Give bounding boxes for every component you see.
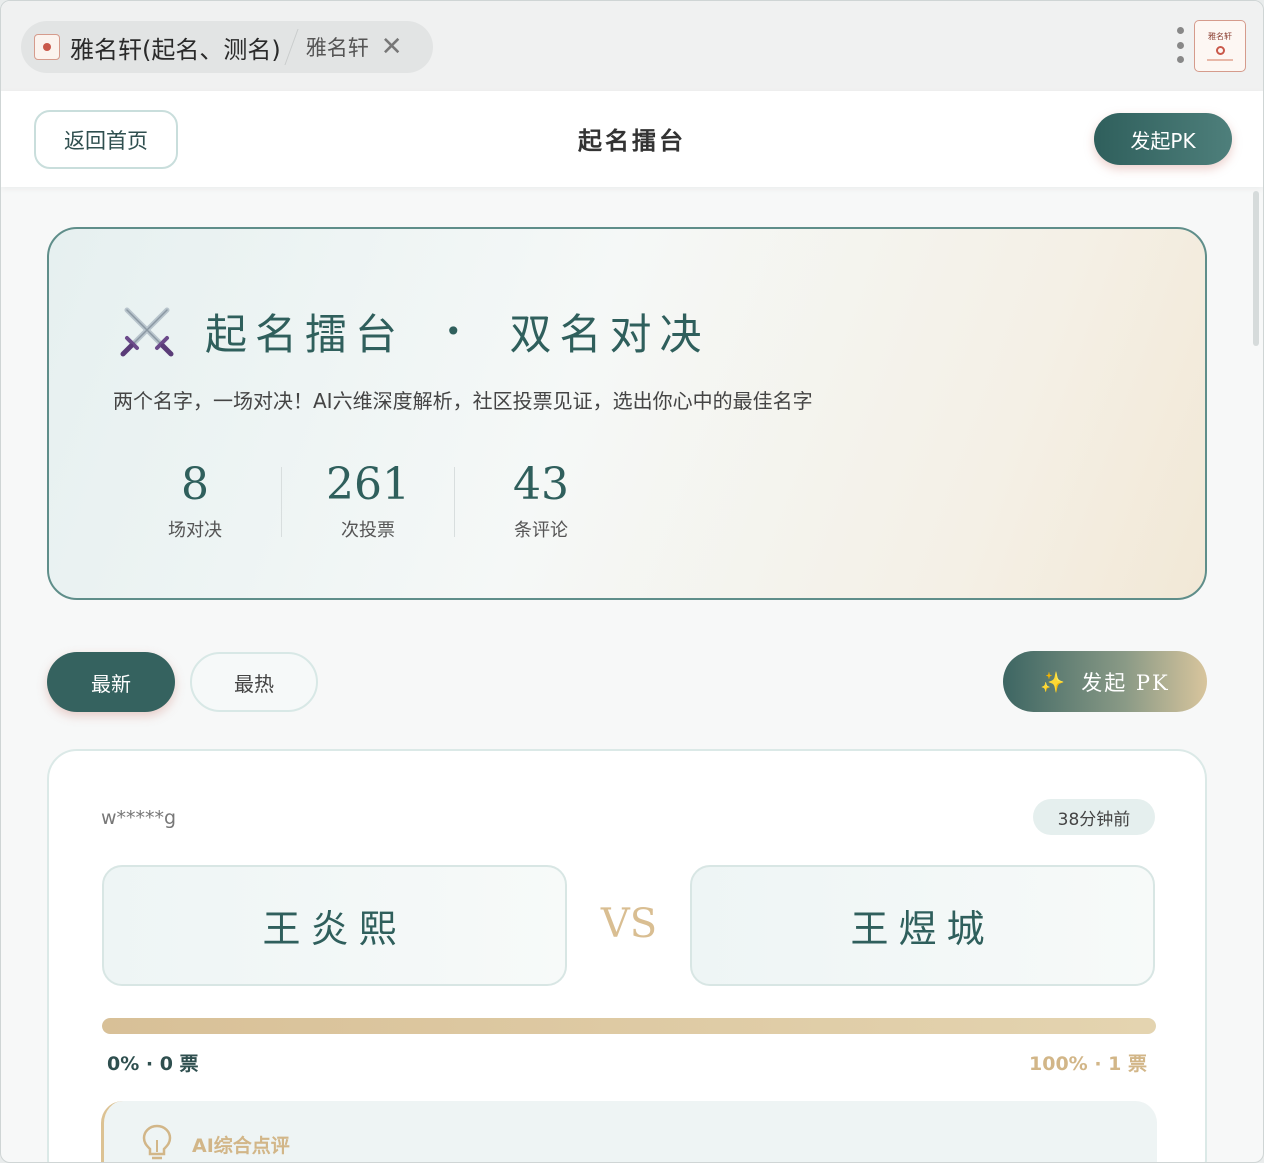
more-icon[interactable] <box>1171 27 1189 63</box>
sparkle-icon: ✨ <box>1040 669 1068 694</box>
filter-newest-button[interactable]: 最新 <box>47 652 175 712</box>
vote-result-a: 0% · 0 票 <box>107 1053 199 1075</box>
battle-author: w*****g <box>101 807 177 829</box>
tab-divider <box>284 29 299 65</box>
tab-subtitle: 雅名轩 <box>305 36 369 60</box>
app-logo[interactable]: 雅名轩 <box>1194 20 1246 72</box>
battle-time-badge: 38分钟前 <box>1033 799 1155 835</box>
start-pk-main-label: 发起 PK <box>1081 670 1170 695</box>
title-bar: 雅名轩(起名、测名) 雅名轩 ✕ 雅名轩 <box>1 1 1263 91</box>
vote-result-b: 100% · 1 票 <box>1029 1053 1147 1075</box>
name-option-b[interactable]: 王煜城 <box>690 865 1155 986</box>
scrollbar[interactable] <box>1253 191 1259 346</box>
stat-comments: 43 条评论 <box>513 459 569 541</box>
name-option-a[interactable]: 王炎熙 <box>102 865 567 986</box>
hero-title-separator: • <box>445 315 470 348</box>
app-tab[interactable]: 雅名轩(起名、测名) 雅名轩 ✕ <box>21 21 433 73</box>
stat-votes: 261 次投票 <box>326 459 410 541</box>
ai-review-title: AI综合点评 <box>192 1135 290 1157</box>
hero-subtitle: 两个名字，一场对决！AI六维深度解析，社区投票见证，选出你心中的最佳名字 <box>113 389 813 413</box>
stats-row: 8 场对决 261 次投票 43 条评论 <box>109 459 627 542</box>
hero-title: 起名擂台 • 双名对决 <box>119 301 710 362</box>
close-icon[interactable]: ✕ <box>381 34 403 60</box>
page-title: 起名擂台 <box>578 127 686 155</box>
start-pk-main-button[interactable]: ✨ 发起 PK <box>1003 651 1207 712</box>
start-pk-button[interactable]: 发起PK <box>1094 113 1232 165</box>
lightbulb-icon <box>142 1124 172 1160</box>
vs-label: VS <box>600 901 658 947</box>
ai-review-box: AI综合点评 <box>101 1101 1157 1162</box>
vote-progress-bar <box>102 1018 1156 1034</box>
hero-card: 起名擂台 • 双名对决 两个名字，一场对决！AI六维深度解析，社区投票见证，选出… <box>47 227 1207 600</box>
vote-progress-fill-b <box>102 1018 1156 1034</box>
app-tab-icon <box>34 34 60 60</box>
hero-title-right: 双名对决 <box>509 310 710 359</box>
tab-title: 雅名轩(起名、测名) <box>70 35 281 64</box>
crossed-swords-icon <box>120 307 174 356</box>
battle-card[interactable]: w*****g 38分钟前 王炎熙 VS 王煜城 0% · 0 票 100% ·… <box>47 749 1207 1162</box>
stat-battles: 8 场对决 <box>168 459 222 541</box>
app-window: 雅名轩(起名、测名) 雅名轩 ✕ 雅名轩 返回首页 起名擂台 发起PK 起名擂台… <box>0 0 1264 1163</box>
filter-hottest-button[interactable]: 最热 <box>190 652 318 712</box>
hero-title-left: 起名擂台 <box>205 310 406 359</box>
page-header: 返回首页 起名擂台 发起PK <box>1 91 1263 187</box>
